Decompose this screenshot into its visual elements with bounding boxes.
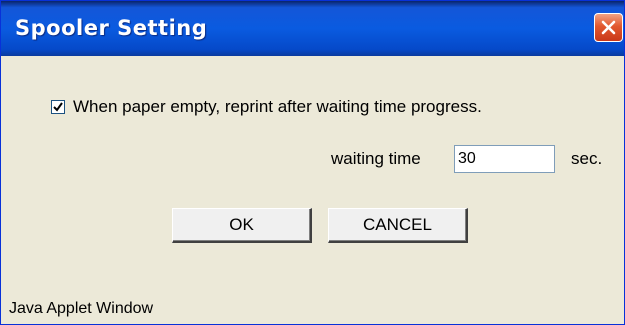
spooler-setting-dialog: Spooler Setting When paper empty, reprin… [0,0,625,325]
title-bar[interactable]: Spooler Setting [1,1,624,56]
reprint-option[interactable]: When paper empty, reprint after waiting … [51,97,482,117]
window-title: Spooler Setting [15,16,208,40]
applet-status-text: Java Applet Window [9,300,154,317]
close-icon [601,20,616,35]
waiting-time-input[interactable] [454,145,555,173]
close-button[interactable] [594,13,623,42]
checkmark-icon [53,102,63,112]
reprint-checkbox[interactable] [51,100,65,114]
ok-button[interactable]: OK [172,208,312,243]
waiting-time-label: waiting time [331,149,421,168]
cancel-button[interactable]: CANCEL [328,208,468,243]
reprint-label[interactable]: When paper empty, reprint after waiting … [73,97,482,117]
dialog-content: When paper empty, reprint after waiting … [1,56,624,324]
seconds-unit-label: sec. [571,149,603,168]
